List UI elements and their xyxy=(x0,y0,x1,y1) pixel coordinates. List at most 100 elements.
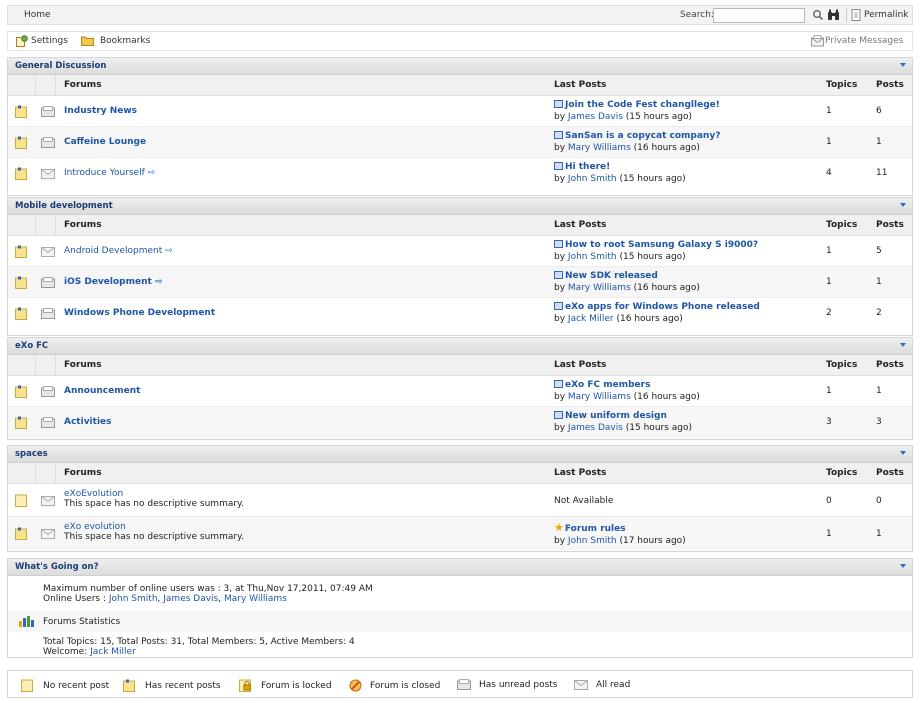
post-icon xyxy=(554,100,563,108)
topic-count: 4 xyxy=(826,168,832,178)
post-author[interactable]: James Davis xyxy=(568,112,623,122)
last-post-title[interactable]: New SDK released xyxy=(565,271,658,281)
forum-link[interactable]: Introduce Yourself ⇨ xyxy=(64,168,155,178)
post-count: 2 xyxy=(876,308,882,318)
arrow-right-icon: ⇨ xyxy=(147,168,156,178)
by-label: by xyxy=(554,283,566,293)
folder-recent-icon xyxy=(15,307,29,320)
search-label: Search: xyxy=(680,10,714,20)
settings-link[interactable]: Settings xyxy=(31,36,68,46)
bookmarks-icon[interactable] xyxy=(81,35,94,46)
settings-icon[interactable] xyxy=(16,35,28,47)
topic-count: 1 xyxy=(826,386,832,396)
topic-count: 1 xyxy=(826,246,832,256)
forum-statistics-row: Forums Statistics xyxy=(8,611,912,632)
collapse-arrow-icon[interactable] xyxy=(900,343,906,347)
forum-link[interactable]: Android Development ⇨ xyxy=(64,246,173,256)
post-author[interactable]: James Davis xyxy=(568,423,623,433)
forum-name[interactable]: iOS Development xyxy=(64,277,152,287)
legend-unread: Has unread posts xyxy=(457,679,558,690)
forum-row: Activities New uniform design by James D… xyxy=(8,407,912,438)
forum-link[interactable]: Announcement xyxy=(64,386,140,396)
category-header: eXo FC xyxy=(8,338,912,355)
last-post-title[interactable]: eXo FC members xyxy=(565,380,650,390)
permalink-link[interactable]: Permalink xyxy=(864,10,908,20)
last-post: eXo FC members by Mary Williams (16 hour… xyxy=(554,380,700,402)
forum-link[interactable]: Caffeine Lounge xyxy=(64,137,146,147)
category-title[interactable]: Mobile development xyxy=(15,201,113,211)
col-forums: Forums xyxy=(64,360,102,370)
category-mobile-development: Mobile development Forums Last Posts Top… xyxy=(7,197,913,336)
legend-all-read: All read xyxy=(574,679,630,690)
column-spacer xyxy=(8,215,36,236)
collapse-arrow-icon[interactable] xyxy=(900,63,906,67)
post-ago: (17 hours ago) xyxy=(619,536,686,546)
post-author[interactable]: John Smith xyxy=(568,174,617,184)
last-post-title[interactable]: New uniform design xyxy=(565,411,667,421)
last-post: New uniform design by James Davis (15 ho… xyxy=(554,411,692,433)
forum-name[interactable]: Android Development xyxy=(64,246,162,256)
column-spacer xyxy=(8,355,36,376)
post-author[interactable]: Mary Williams xyxy=(568,143,631,153)
unread-envelope-icon xyxy=(41,417,55,428)
permalink-icon[interactable] xyxy=(851,9,863,21)
last-post-title[interactable]: Join the Code Fest changllege! xyxy=(565,100,720,110)
forum-row: Caffeine Lounge SanSan is a copycat comp… xyxy=(8,127,912,158)
welcome-user-link[interactable]: Jack Miller xyxy=(90,647,136,657)
column-header-row: Forums Last Posts Topics Posts xyxy=(8,355,912,376)
private-messages-icon[interactable] xyxy=(811,35,824,47)
legend-closed: Forum is closed xyxy=(349,679,440,692)
category-header: spaces xyxy=(8,446,912,463)
forum-link[interactable]: Windows Phone Development xyxy=(64,308,215,318)
col-topics: Topics xyxy=(826,468,858,478)
search-icon[interactable] xyxy=(812,9,824,21)
post-icon xyxy=(554,162,563,170)
post-author[interactable]: Jack Miller xyxy=(568,314,614,324)
collapse-arrow-icon[interactable] xyxy=(900,564,906,568)
forum-link[interactable]: iOS Development ⇨ xyxy=(64,277,163,287)
online-user-link[interactable]: John Smith xyxy=(109,594,158,604)
forum-row: eXo evolution This space has no descript… xyxy=(8,517,912,550)
post-author[interactable]: Mary Williams xyxy=(568,283,631,293)
arrow-right-icon: ⇨ xyxy=(154,277,163,287)
post-author[interactable]: John Smith xyxy=(568,252,617,262)
whats-going-on-title[interactable]: What's Going on? xyxy=(15,562,99,572)
post-author[interactable]: Mary Williams xyxy=(568,392,631,402)
last-post-title[interactable]: SanSan is a copycat company? xyxy=(565,131,720,141)
category-title[interactable]: eXo FC xyxy=(15,341,48,351)
last-post-title[interactable]: Hi there! xyxy=(565,162,610,172)
forum-link[interactable]: Activities xyxy=(64,417,112,427)
forum-link[interactable]: Industry News xyxy=(64,106,137,116)
post-count: 1 xyxy=(876,529,882,539)
folder-recent-icon xyxy=(15,527,29,540)
by-label: by xyxy=(554,392,566,402)
by-label: by xyxy=(554,174,566,184)
collapse-arrow-icon[interactable] xyxy=(900,451,906,455)
online-user-link[interactable]: Mary Williams xyxy=(224,594,287,604)
topic-count: 3 xyxy=(826,417,832,427)
by-label: by xyxy=(554,252,566,262)
forum-description: This space has no descriptive summary. xyxy=(64,499,244,509)
post-count: 5 xyxy=(876,246,882,256)
last-post-title[interactable]: eXo apps for Windows Phone released xyxy=(565,302,760,312)
statistics-title: Forums Statistics xyxy=(43,617,121,627)
collapse-arrow-icon[interactable] xyxy=(900,203,906,207)
bookmarks-link[interactable]: Bookmarks xyxy=(100,36,150,46)
read-envelope-icon xyxy=(41,528,55,539)
post-author[interactable]: John Smith xyxy=(568,536,617,546)
online-user-link[interactable]: James Davis xyxy=(163,594,218,604)
private-messages-link[interactable]: Private Messages xyxy=(825,36,903,46)
forum-link[interactable]: eXoEvolution xyxy=(64,489,123,499)
breadcrumb-home[interactable]: Home xyxy=(24,10,51,20)
forum-name[interactable]: Introduce Yourself xyxy=(64,168,145,178)
last-post: eXo apps for Windows Phone released by J… xyxy=(554,302,760,324)
advanced-search-icon[interactable] xyxy=(827,9,839,21)
search-input[interactable] xyxy=(713,8,805,23)
category-title[interactable]: spaces xyxy=(15,449,48,459)
category-title[interactable]: General Discussion xyxy=(15,61,106,71)
last-post-title[interactable]: How to root Samsung Galaxy S i9000? xyxy=(565,240,758,250)
forum-link[interactable]: eXo evolution xyxy=(64,522,126,532)
category-exo-fc: eXo FC Forums Last Posts Topics Posts An… xyxy=(7,337,913,440)
last-post-title[interactable]: Forum rules xyxy=(565,524,626,534)
totals-text: Total Topics: 15, Total Posts: 31, Total… xyxy=(43,637,355,647)
